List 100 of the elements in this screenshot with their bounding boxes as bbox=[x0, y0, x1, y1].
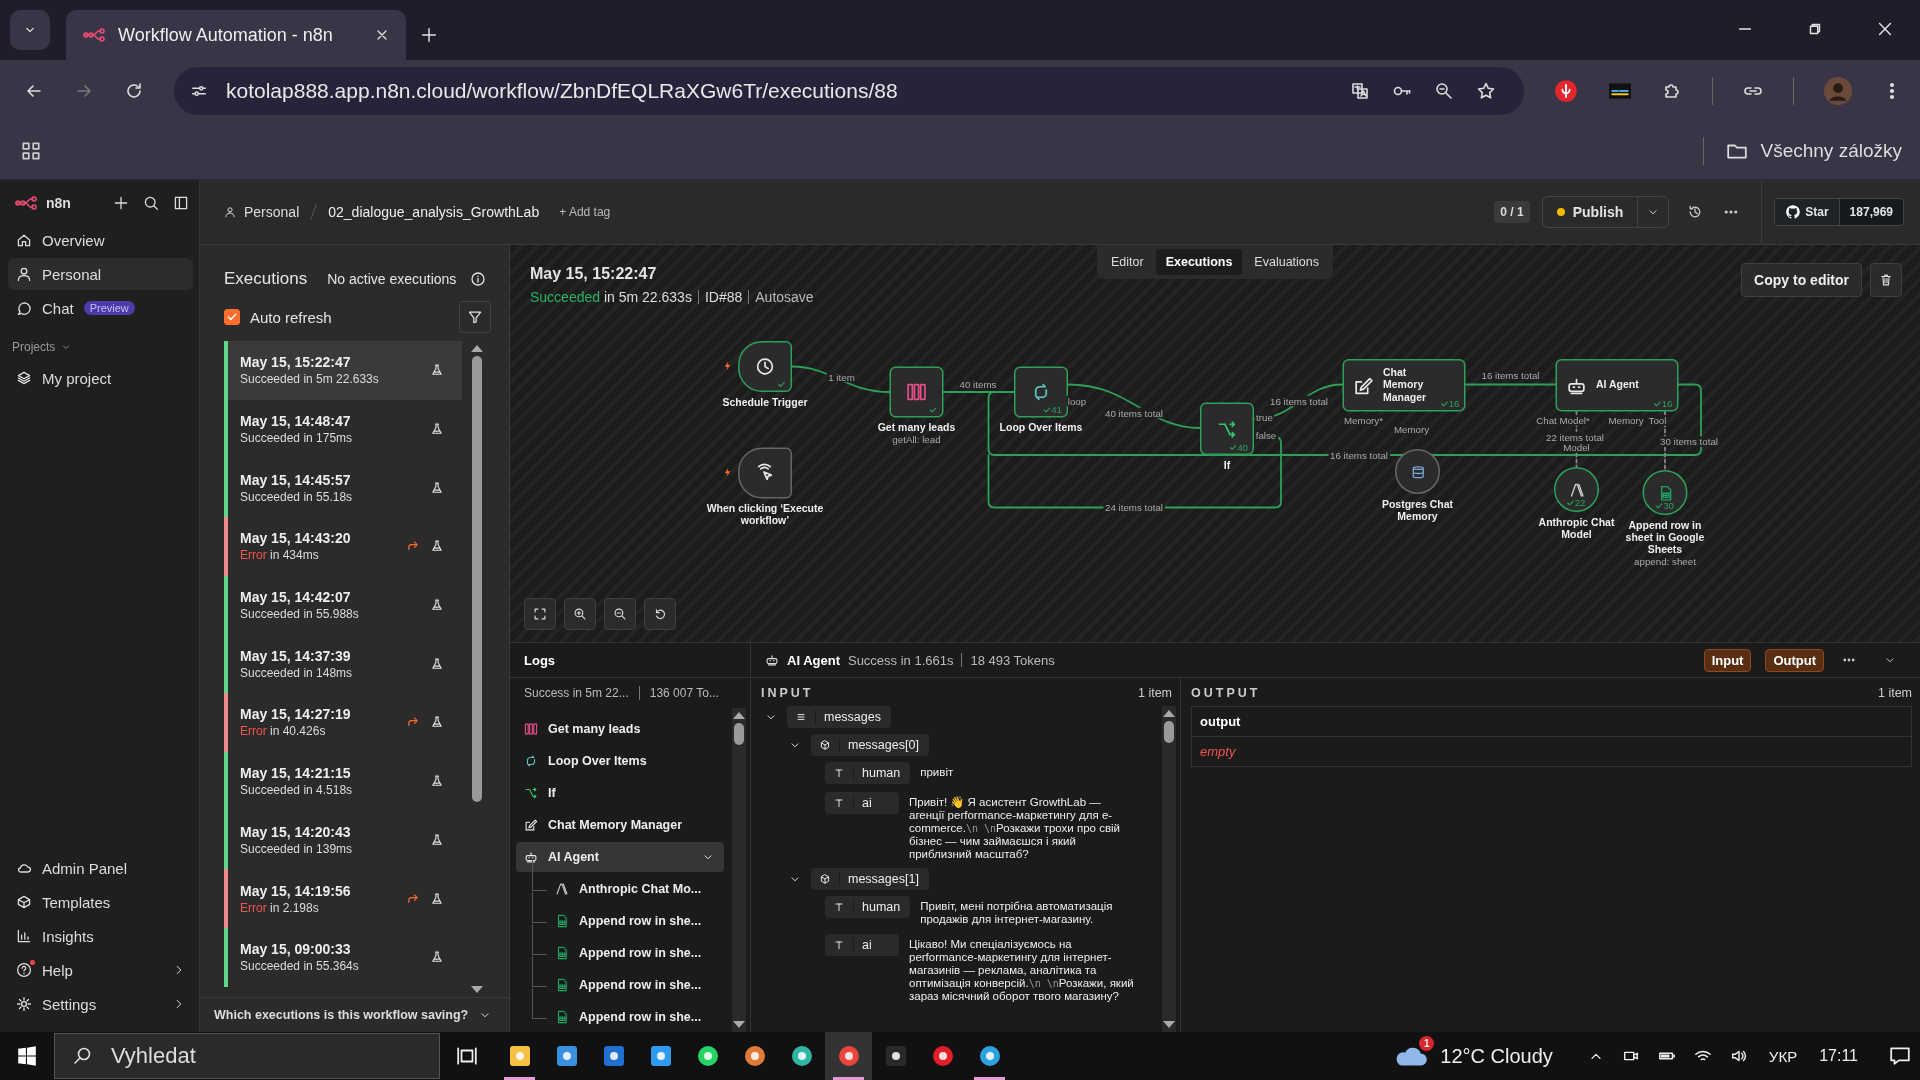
reload-icon[interactable] bbox=[124, 81, 144, 101]
projects-toggle[interactable]: Projects bbox=[8, 326, 76, 362]
execution-item[interactable]: May 15, 14:37:39 Succeeded in 148ms bbox=[224, 634, 462, 694]
task-view-icon[interactable] bbox=[456, 1045, 478, 1067]
delete-button[interactable] bbox=[1870, 263, 1902, 297]
view-tab[interactable]: Editor bbox=[1101, 249, 1154, 275]
puzzle-icon[interactable] bbox=[1662, 81, 1682, 101]
sidebar-item[interactable]: Overview bbox=[8, 224, 193, 256]
workflow-node[interactable]: 30 bbox=[1642, 470, 1688, 515]
workflow-node[interactable]: 41 bbox=[1014, 366, 1068, 418]
flask-icon[interactable] bbox=[430, 774, 444, 789]
plus-icon[interactable] bbox=[113, 195, 129, 211]
scrollbar[interactable] bbox=[732, 708, 746, 1032]
translate-icon[interactable] bbox=[1350, 81, 1370, 101]
execution-item[interactable]: May 15, 14:20:43 Succeeded in 139ms bbox=[224, 810, 462, 870]
address-field[interactable]: kotolap888.app.n8n.cloud/workflow/ZbnDfEQLRaXGw6Tr/executions/88 bbox=[174, 67, 1524, 115]
scrollbar[interactable] bbox=[1162, 706, 1176, 1032]
workflow-node[interactable] bbox=[889, 366, 944, 418]
taskbar-app[interactable] bbox=[825, 1032, 872, 1080]
log-entry[interactable]: Get many leads bbox=[516, 714, 724, 744]
output-toggle-button[interactable]: Output bbox=[1765, 648, 1824, 672]
search-field[interactable]: Vyhledat bbox=[54, 1033, 440, 1079]
execution-item[interactable]: May 15, 14:43:20 Error in 434ms bbox=[224, 517, 462, 576]
notifications-icon[interactable] bbox=[1889, 1045, 1911, 1067]
flask-icon[interactable] bbox=[430, 598, 444, 613]
workflow-node[interactable]: Chat Memory Manager 16 bbox=[1342, 359, 1466, 412]
log-entry[interactable]: Append row in she... bbox=[547, 970, 712, 1000]
execution-item[interactable]: May 15, 14:21:15 Succeeded in 4.518s bbox=[224, 751, 462, 811]
microphone-icon[interactable] bbox=[1554, 79, 1578, 103]
flask-icon[interactable] bbox=[430, 656, 444, 671]
flask-icon[interactable] bbox=[430, 832, 444, 847]
close-icon[interactable] bbox=[1876, 20, 1894, 38]
zoom-out-button[interactable] bbox=[604, 598, 636, 630]
workflow-node[interactable] bbox=[738, 341, 792, 392]
execution-item[interactable]: May 15, 15:22:47 Succeeded in 5m 22.633s bbox=[224, 341, 462, 400]
windows-start-icon[interactable] bbox=[16, 1045, 38, 1067]
sidebar-toggle-icon[interactable] bbox=[173, 195, 189, 211]
flask-icon[interactable] bbox=[430, 363, 444, 378]
sidebar-item[interactable]: Help bbox=[8, 954, 193, 986]
clock[interactable]: 17:11 bbox=[1819, 1047, 1858, 1065]
sidebar-item[interactable]: Insights bbox=[8, 920, 193, 952]
n8n-logo-icon[interactable] bbox=[14, 196, 38, 210]
zoom-in-button[interactable] bbox=[564, 598, 596, 630]
weather-text[interactable]: 12°C Cloudy bbox=[1440, 1044, 1553, 1068]
auto-refresh-checkbox[interactable]: Auto refresh bbox=[224, 308, 332, 326]
retry-icon[interactable] bbox=[406, 891, 420, 906]
log-entry[interactable]: Loop Over Items bbox=[516, 746, 724, 776]
project-item[interactable]: My project bbox=[8, 362, 193, 394]
flask-icon[interactable] bbox=[430, 715, 444, 730]
new-tab-icon[interactable] bbox=[420, 26, 438, 44]
sidebar-item[interactable]: Personal bbox=[8, 258, 193, 290]
flask-icon[interactable] bbox=[430, 891, 444, 906]
execution-item[interactable]: May 15, 14:48:47 Succeeded in 175ms bbox=[224, 399, 462, 459]
apps-grid-icon[interactable] bbox=[20, 139, 42, 162]
add-tag-link[interactable]: + Add tag bbox=[559, 205, 611, 219]
execution-item[interactable]: May 15, 14:45:57 Succeeded in 55.18s bbox=[224, 458, 462, 518]
execution-item[interactable]: May 15, 09:00:33 Succeeded in 55.364s bbox=[224, 927, 462, 987]
info-icon[interactable] bbox=[470, 271, 487, 287]
reset-zoom-button[interactable] bbox=[644, 598, 676, 630]
execution-item[interactable]: May 15, 14:27:19 Error in 40.426s bbox=[224, 693, 462, 752]
publish-button[interactable]: Publish bbox=[1541, 196, 1638, 228]
log-entry[interactable]: Anthropic Chat Mo... bbox=[547, 874, 712, 904]
workflow-node[interactable] bbox=[1395, 449, 1440, 494]
copy-to-editor-button[interactable]: Copy to editor bbox=[1741, 263, 1862, 297]
bookmarks-folder[interactable]: Všechny záložky bbox=[1726, 139, 1902, 162]
input-toggle-button[interactable]: Input bbox=[1703, 648, 1752, 672]
sidebar-item[interactable]: Chat Preview bbox=[8, 292, 193, 324]
workflow-node[interactable]: 40 bbox=[1200, 402, 1254, 455]
star-icon[interactable] bbox=[1476, 81, 1496, 101]
log-entry[interactable]: Chat Memory Manager bbox=[516, 810, 724, 840]
breadcrumb-link[interactable]: Personal bbox=[244, 204, 300, 220]
zoom-out-icon[interactable] bbox=[1434, 81, 1454, 101]
execution-item[interactable]: May 15, 14:42:07 Succeeded in 55.988s bbox=[224, 575, 462, 635]
view-tab[interactable]: Executions bbox=[1155, 249, 1243, 275]
sidebar-item[interactable]: Admin Panel bbox=[8, 852, 193, 884]
log-entry[interactable]: If bbox=[516, 778, 724, 808]
view-tab[interactable]: Evaluations bbox=[1244, 249, 1329, 275]
fit-view-button[interactable] bbox=[524, 598, 556, 630]
log-entry[interactable]: Append row in she... bbox=[547, 938, 712, 968]
log-entry[interactable]: Append row in she... bbox=[547, 906, 712, 936]
filter-button[interactable] bbox=[459, 301, 491, 333]
search-icon[interactable] bbox=[143, 195, 159, 211]
execution-item[interactable]: May 15, 14:19:56 Error in 2.198s bbox=[224, 869, 462, 928]
sidebar-item[interactable]: Templates bbox=[8, 886, 193, 918]
flask-icon[interactable] bbox=[430, 480, 444, 495]
flask-icon[interactable] bbox=[430, 950, 444, 965]
flask-icon[interactable] bbox=[430, 539, 444, 554]
workflow-node[interactable] bbox=[738, 447, 792, 499]
flask-icon[interactable] bbox=[430, 422, 444, 437]
sidebar-item[interactable]: Settings bbox=[8, 988, 193, 1020]
log-entry[interactable]: AI Agent bbox=[516, 842, 724, 872]
workflow-node[interactable]: 22 bbox=[1554, 467, 1599, 512]
check-icon bbox=[226, 311, 238, 323]
workflow-node[interactable]: AI Agent 16 bbox=[1555, 359, 1679, 412]
log-entry[interactable]: Append row in she... bbox=[547, 1002, 712, 1032]
github-star-button[interactable]: Star 187,969 bbox=[1774, 198, 1904, 226]
workflow-name[interactable]: 02_dialogue_analysis_GrowthLab bbox=[328, 204, 540, 220]
browser-tab[interactable]: Workflow Automation - n8n bbox=[66, 10, 406, 60]
workflow-canvas[interactable] bbox=[510, 245, 1920, 643]
language-indicator[interactable]: УКР bbox=[1768, 1047, 1798, 1065]
